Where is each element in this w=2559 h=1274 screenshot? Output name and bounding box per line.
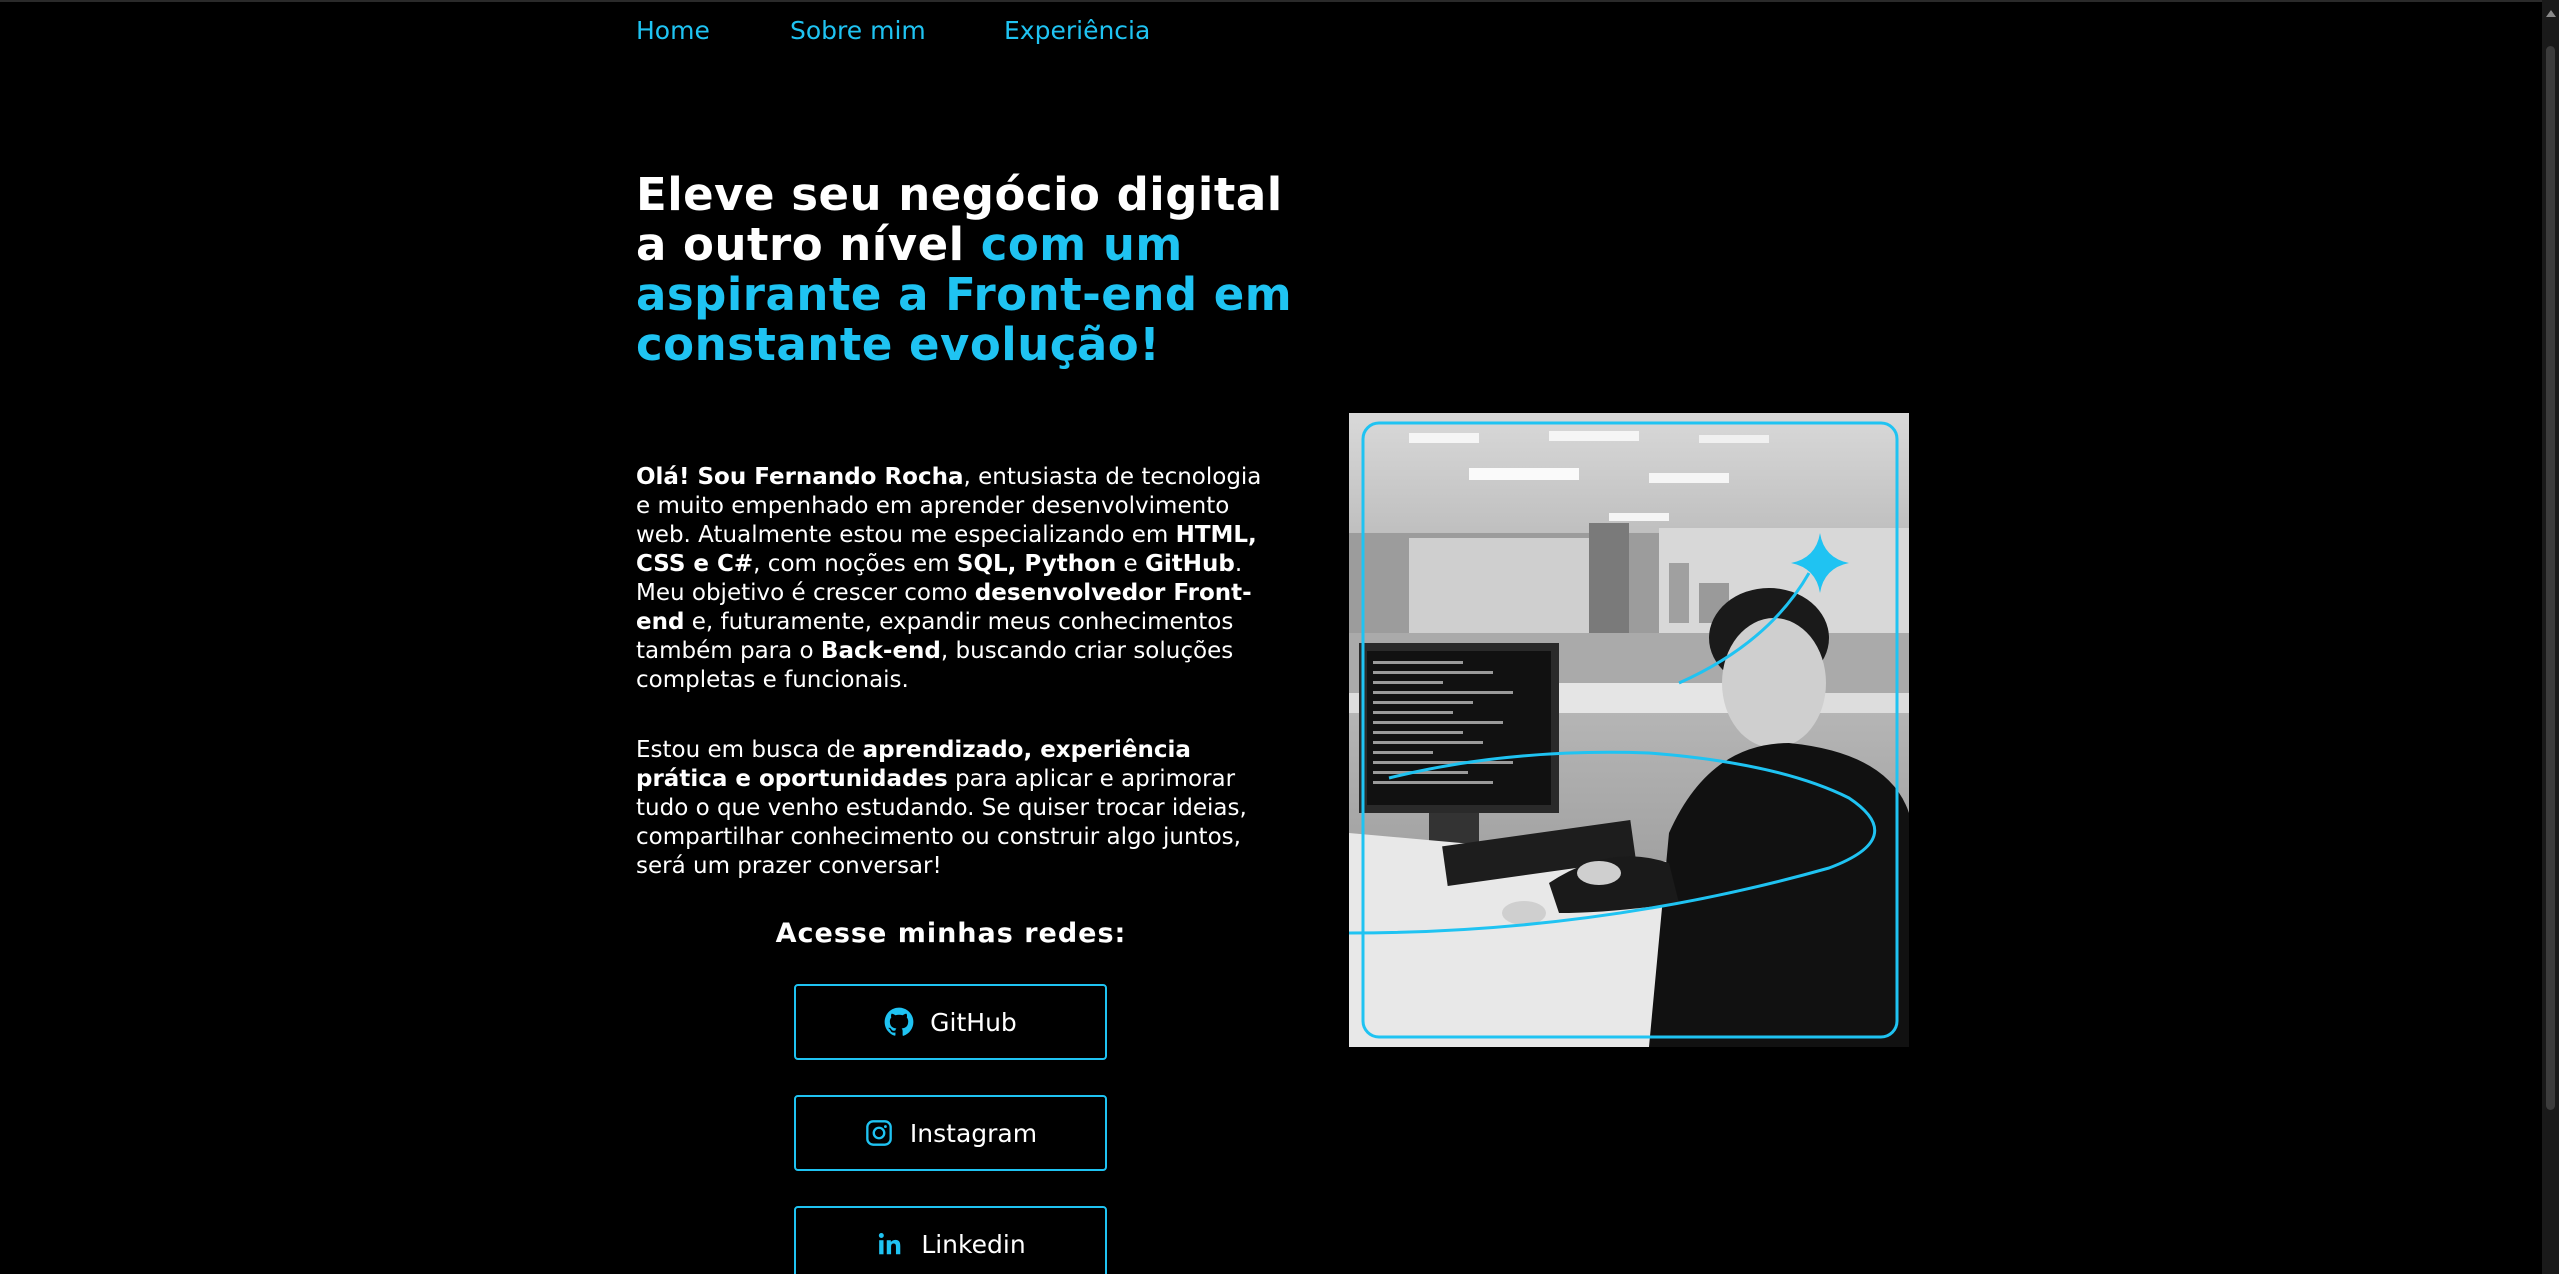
github-icon (884, 1007, 914, 1037)
intro-p1-run: GitHub (1145, 551, 1235, 577)
profile-photo (1349, 413, 1909, 1047)
intro-p1-run: , com noções em (753, 551, 957, 577)
scroll-up-arrow-icon[interactable] (2546, 10, 2556, 17)
intro-p2-run: Estou em busca de (636, 737, 863, 763)
github-label: GitHub (930, 1007, 1017, 1037)
linkedin-label: Linkedin (921, 1229, 1026, 1259)
instagram-label: Instagram (909, 1118, 1038, 1148)
hero-title: Eleve seu negócio digital a outro nível … (636, 170, 1296, 370)
hero-title-plain: Eleve seu negócio digital a outro nível (636, 168, 1283, 271)
nav-link-experience[interactable]: Experiência (1004, 16, 1150, 45)
intro-paragraph-2: Estou em busca de aprendizado, experiênc… (636, 736, 1276, 881)
top-divider (0, 0, 2559, 2)
instagram-button[interactable]: Instagram (794, 1095, 1107, 1171)
intro-p1-run: Olá! Sou Fernando Rocha (636, 464, 964, 490)
github-button[interactable]: GitHub (794, 984, 1107, 1060)
intro-p1-run: Back-end (820, 638, 941, 664)
scrollbar[interactable] (2542, 0, 2559, 1274)
nav-link-home[interactable]: Home (636, 16, 710, 45)
intro-p1-run: SQL, Python (956, 551, 1117, 577)
nav-link-about[interactable]: Sobre mim (790, 16, 926, 45)
linkedin-button[interactable]: Linkedin (794, 1206, 1107, 1274)
intro-paragraph-1: Olá! Sou Fernando Rocha, entusiasta de t… (636, 463, 1276, 695)
social-heading: Acesse minhas redes: (775, 918, 1127, 949)
scrollbar-thumb[interactable] (2546, 46, 2555, 1110)
linkedin-icon (875, 1229, 905, 1259)
instagram-icon (864, 1118, 894, 1148)
intro-p1-run: e (1116, 551, 1146, 577)
page: Home Sobre mim Experiência Eleve seu neg… (0, 0, 2559, 1274)
